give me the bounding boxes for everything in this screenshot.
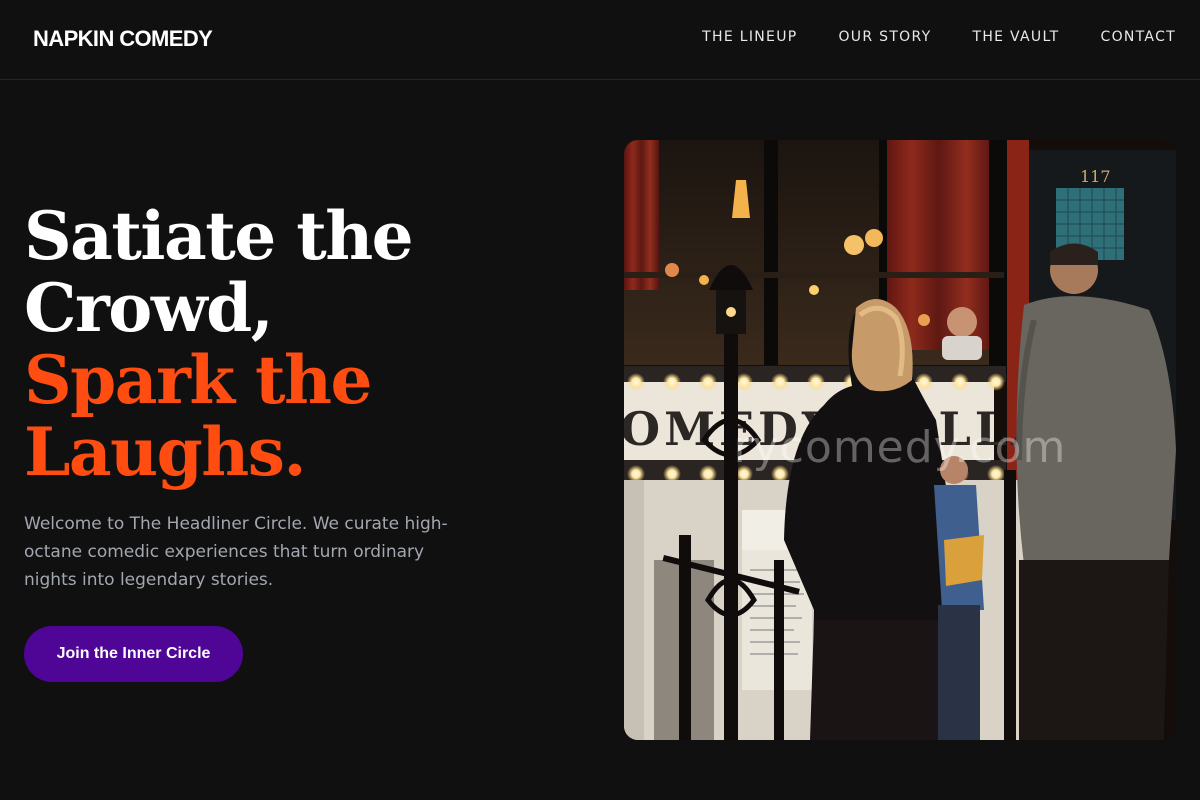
hero-photo: 117 OMEDY CELLAR bbox=[624, 140, 1176, 740]
nav-link-lineup[interactable]: THE LINEUP bbox=[702, 29, 797, 45]
join-inner-circle-button[interactable]: Join the Inner Circle bbox=[24, 626, 243, 682]
nav-link-contact[interactable]: CONTACT bbox=[1101, 29, 1177, 45]
headline-accent-line-1: Spark the bbox=[24, 341, 373, 419]
site-header: NAPKIN COMEDY THE LINEUP OUR STORY THE V… bbox=[0, 0, 1200, 80]
headline-line-1: Satiate the bbox=[24, 197, 414, 275]
hero-headline: Satiate the Crowd, Spark the Laughs. bbox=[24, 200, 544, 488]
hero-lead-text: Welcome to The Headliner Circle. We cura… bbox=[24, 514, 448, 590]
nav-link-our-story[interactable]: OUR STORY bbox=[838, 29, 931, 45]
brand-logo[interactable]: NAPKIN COMEDY bbox=[33, 26, 213, 52]
club-entrance-illustration: 117 OMEDY CELLAR bbox=[624, 140, 1176, 740]
headline-line-2: Crowd, bbox=[24, 269, 274, 347]
headline-accent-line-2: Laughs. bbox=[24, 413, 306, 491]
door-number: 117 bbox=[1080, 167, 1111, 186]
nav-link-vault[interactable]: THE VAULT bbox=[972, 29, 1059, 45]
main-nav: THE LINEUP OUR STORY THE VAULT CONTACT bbox=[702, 29, 1176, 45]
